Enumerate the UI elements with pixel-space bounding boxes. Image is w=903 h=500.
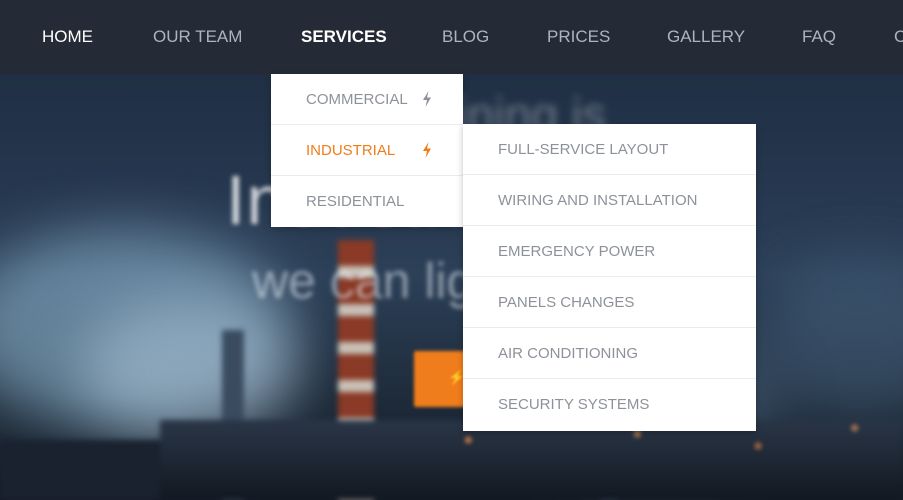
submenu-item-emergency-power[interactable]: EMERGENCY POWER bbox=[463, 226, 756, 277]
lightning-bolt-icon bbox=[423, 142, 431, 158]
main-navbar: HOME OUR TEAM SERVICES BLOG PRICES GALLE… bbox=[0, 0, 903, 74]
submenu-item-wiring-and-installation[interactable]: WIRING AND INSTALLATION bbox=[463, 175, 756, 226]
submenu-item-security-systems[interactable]: SECURITY SYSTEMS bbox=[463, 379, 756, 430]
menu-item-label: INDUSTRIAL bbox=[306, 142, 396, 159]
submenu-item-label: SECURITY SYSTEMS bbox=[498, 396, 650, 413]
services-dropdown: COMMERCIAL INDUSTRIAL RESIDENTIAL bbox=[271, 74, 463, 227]
menu-item-label: COMMERCIAL bbox=[306, 91, 408, 108]
industrial-submenu: FULL-SERVICE LAYOUT WIRING AND INSTALLAT… bbox=[463, 124, 756, 431]
submenu-item-label: FULL-SERVICE LAYOUT bbox=[498, 141, 669, 158]
nav-item-our-team[interactable]: OUR TEAM bbox=[153, 26, 242, 48]
nav-item-faq[interactable]: FAQ bbox=[802, 26, 836, 48]
submenu-item-air-conditioning[interactable]: AIR CONDITIONING bbox=[463, 328, 756, 379]
submenu-item-label: AIR CONDITIONING bbox=[498, 345, 639, 362]
menu-item-industrial[interactable]: INDUSTRIAL bbox=[271, 125, 463, 176]
nav-item-blog[interactable]: BLOG bbox=[442, 26, 489, 48]
nav-item-gallery[interactable]: GALLERY bbox=[667, 26, 745, 48]
submenu-item-full-service-layout[interactable]: FULL-SERVICE LAYOUT bbox=[463, 124, 756, 175]
nav-item-contacts[interactable]: C bbox=[894, 26, 903, 48]
submenu-item-label: WIRING AND INSTALLATION bbox=[498, 192, 698, 209]
nav-item-home[interactable]: HOME bbox=[42, 26, 93, 48]
lightning-bolt-icon bbox=[423, 91, 431, 107]
menu-item-commercial[interactable]: COMMERCIAL bbox=[271, 74, 463, 125]
nav-item-services[interactable]: SERVICES bbox=[301, 26, 387, 48]
menu-item-label: RESIDENTIAL bbox=[306, 193, 405, 210]
submenu-item-label: EMERGENCY POWER bbox=[498, 243, 656, 260]
nav-item-prices[interactable]: PRICES bbox=[547, 26, 610, 48]
submenu-item-label: PANELS CHANGES bbox=[498, 294, 635, 311]
menu-item-residential[interactable]: RESIDENTIAL bbox=[271, 176, 463, 227]
submenu-item-panels-changes[interactable]: PANELS CHANGES bbox=[463, 277, 756, 328]
smoke-glow bbox=[760, 260, 903, 420]
smoke-glow bbox=[80, 300, 300, 440]
